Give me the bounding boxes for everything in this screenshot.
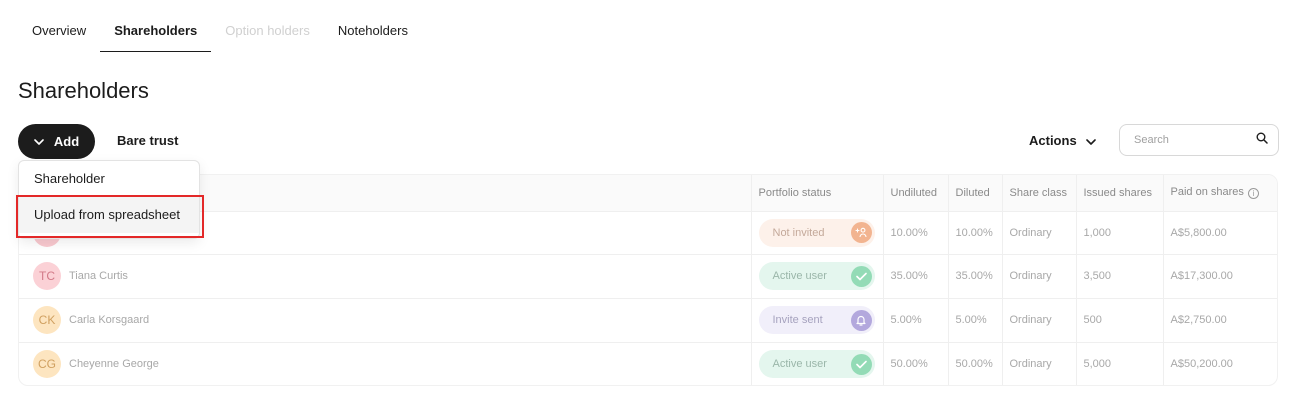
- paid-on-shares-cell: A$50,200.00: [1162, 341, 1277, 385]
- check-icon: [850, 353, 872, 375]
- undiluted-cell: 35.00%: [882, 253, 948, 298]
- column-header-issued-shares[interactable]: Issued shares: [1075, 175, 1163, 211]
- shareholder-name: Cheyenne George: [69, 358, 159, 371]
- shareholders-table: Portfolio status Undiluted Diluted Share…: [18, 174, 1278, 386]
- issued-shares-cell: 3,500: [1075, 253, 1163, 298]
- status-cell: Invite sent: [750, 297, 883, 342]
- bare-trust-button[interactable]: Bare trust: [117, 133, 178, 148]
- info-icon[interactable]: i: [1247, 188, 1259, 200]
- table-header-row: Portfolio status Undiluted Diluted Share…: [19, 175, 1277, 211]
- name-cell[interactable]: CG Cheyenne George: [19, 341, 751, 385]
- avatar: CG: [33, 350, 61, 379]
- status-cell: Not invited: [750, 210, 883, 254]
- share-class-cell: Ordinary: [1001, 210, 1076, 254]
- diluted-cell: 10.00%: [947, 210, 1002, 254]
- issued-shares-cell: 500: [1075, 297, 1163, 342]
- paid-on-shares-cell: A$5,800.00: [1162, 210, 1277, 254]
- tab-overview[interactable]: Overview: [18, 12, 100, 52]
- issued-shares-cell: 1,000: [1075, 210, 1163, 254]
- bell-icon: [850, 309, 872, 331]
- add-dropdown-menu: Shareholder Upload from spreadsheet: [18, 160, 200, 239]
- status-label: Active user: [772, 358, 827, 371]
- search-input[interactable]: [1134, 134, 1256, 146]
- column-header-share-class[interactable]: Share class: [1001, 175, 1076, 211]
- tab-option-holders: Option holders: [225, 23, 310, 38]
- diluted-cell: 5.00%: [947, 297, 1002, 342]
- actions-label: Actions: [1029, 133, 1077, 148]
- table-row[interactable]: Not invited 10.00% 10.00% Ordinary 1,000 A$5,…: [19, 210, 1277, 254]
- paid-on-shares-cell: A$17,300.00: [1162, 253, 1277, 298]
- column-header-diluted[interactable]: Diluted: [947, 175, 1002, 211]
- undiluted-cell: 50.00%: [882, 341, 948, 385]
- search-icon[interactable]: [1256, 131, 1268, 149]
- tab-shareholders[interactable]: Shareholders: [100, 12, 212, 52]
- status-cell: Active user: [750, 253, 883, 298]
- status-cell: Active user: [750, 341, 883, 385]
- status-badge: Invite sent: [758, 306, 875, 334]
- table-row[interactable]: CK Carla Korsgaard Invite sent 5.00% 5.00% Or…: [19, 297, 1277, 342]
- tab-noteholders[interactable]: Noteholders: [324, 12, 422, 52]
- actions-button[interactable]: Actions: [1029, 133, 1096, 148]
- add-button[interactable]: Add: [18, 124, 95, 159]
- column-header-paid-on-shares[interactable]: Paid on shares i: [1162, 175, 1277, 211]
- avatar: TC: [33, 262, 61, 290]
- paid-on-shares-cell: A$2,750.00: [1162, 297, 1277, 342]
- page-title: Shareholders: [18, 78, 149, 103]
- avatar: CK: [33, 306, 61, 334]
- undiluted-cell: 10.00%: [882, 210, 948, 254]
- undiluted-cell: 5.00%: [882, 297, 948, 342]
- status-label: Invite sent: [772, 314, 823, 326]
- status-badge: Active user: [758, 262, 875, 290]
- search-box: [1119, 124, 1279, 156]
- status-badge: Not invited: [758, 218, 875, 247]
- diluted-cell: 50.00%: [947, 341, 1002, 385]
- check-icon: [850, 265, 872, 287]
- name-cell[interactable]: CK Carla Korsgaard: [19, 297, 751, 342]
- add-user-icon: [850, 222, 872, 243]
- column-header-undiluted[interactable]: Undiluted: [882, 175, 948, 211]
- paid-header-label: Paid on shares: [1170, 186, 1244, 199]
- menu-item-shareholder[interactable]: Shareholder: [19, 161, 199, 197]
- status-label: Not invited: [772, 226, 825, 239]
- shareholder-name: Carla Korsgaard: [69, 314, 150, 326]
- chevron-down-icon: [34, 138, 44, 145]
- chevron-down-icon: [1085, 133, 1096, 148]
- table-row[interactable]: TC Tiana Curtis Active user 35.00% 35.00% Ord…: [19, 253, 1277, 298]
- add-button-label: Add: [53, 134, 80, 149]
- table-row[interactable]: CG Cheyenne George Active user 50.00% 50.00%…: [19, 341, 1277, 385]
- menu-item-upload-from-spreadsheet[interactable]: Upload from spreadsheet: [19, 197, 199, 233]
- share-class-cell: Ordinary: [1001, 341, 1076, 385]
- issued-shares-cell: 5,000: [1075, 341, 1163, 385]
- status-label: Active user: [772, 270, 827, 282]
- column-header-status[interactable]: Portfolio status: [750, 175, 883, 211]
- tab-bar: Overview Shareholders Option holders Not…: [18, 12, 422, 52]
- status-badge: Active user: [758, 350, 875, 379]
- shareholder-name: Tiana Curtis: [69, 270, 128, 282]
- name-cell[interactable]: TC Tiana Curtis: [19, 253, 751, 298]
- share-class-cell: Ordinary: [1001, 297, 1076, 342]
- share-class-cell: Ordinary: [1001, 253, 1076, 298]
- diluted-cell: 35.00%: [947, 253, 1002, 298]
